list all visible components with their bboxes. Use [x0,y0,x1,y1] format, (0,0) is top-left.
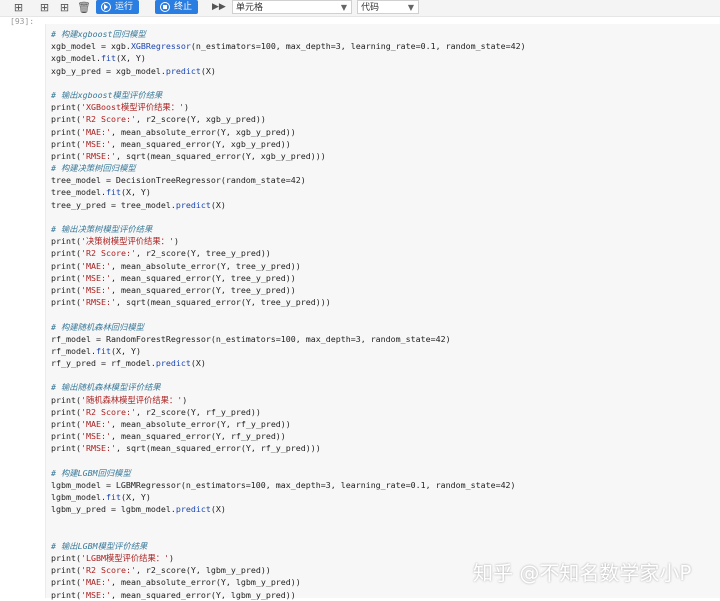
code-line: print('MAE:', mean_absolute_error(Y, xgb… [51,126,296,137]
code-line: print('MAE:', mean_absolute_error(Y, rf_… [51,419,291,429]
code-line: lgbm_y_pred = lgbm_model.predict(X) [51,504,226,515]
chevron-down-icon: ▼ [407,3,414,12]
code-line: print('MSE:', mean_squared_error(Y, tree… [51,284,296,295]
code-line: xgb_y_pred = xgb_model.predict(X) [51,65,216,76]
code-comment-line: # 输出xgboost模型评价结果 [51,89,163,100]
code-line: print('MSE:', mean_squared_error(Y, rf_y… [51,431,286,442]
code-line: print('MSE:', mean_squared_error(Y, xgb_… [51,138,291,149]
code-line: print('MSE:', mean_squared_error(Y, tree… [51,272,296,283]
code-line: rf_model = RandomForestRegressor(n_estim… [51,333,451,344]
code-line: print('RMSE:', sqrt(mean_squared_error(Y… [51,443,321,454]
code-line: xgb_model.fit(X, Y) [51,53,146,64]
stop-icon [160,2,170,12]
code-line: tree_model.fit(X, Y) [51,187,151,198]
code-line: print('决策树模型评价结果：') [51,236,179,247]
code-line: lgbm_model.fit(X, Y) [51,492,151,503]
code-comment-line: # 构建xgboost回归模型 [51,29,146,39]
code-line: print('MAE:', mean_absolute_error(Y, lgb… [51,577,301,588]
run-button[interactable]: 运行 [96,0,140,14]
code-line: print('MAE:', mean_absolute_error(Y, tre… [51,260,301,271]
play-icon [101,2,111,12]
watermark: 知乎 @不知名数学家小P [473,561,692,585]
code-line: print('R2 Score:', r2_score(Y, xgb_y_pre… [51,114,266,125]
code-line: tree_y_pred = tree_model.predict(X) [51,199,226,210]
code-line: print('RMSE:', sqrt(mean_squared_error(Y… [51,150,326,161]
run-button-label: 运行 [115,2,134,12]
code-line: print('LGBM模型评价结果：') [51,553,175,564]
code-comment-line: # 输出随机森林模型评价结果 [51,382,161,393]
code-line: print('MSE:', mean_squared_error(Y, lgbm… [51,589,296,600]
code-line: lgbm_model = LGBMRegressor(n_estimators=… [51,479,516,490]
code-line: rf_model.fit(X, Y) [51,345,141,356]
cell-type-value: 单元格 [236,3,264,13]
code-editor[interactable]: # 构建xgboost回归模型 xgb_model = xgb.XGBRegres… [51,28,526,601]
code-comment-line: # 构建随机森林回归模型 [51,321,144,332]
code-comment-line: # 构建决策树回归模型 [51,163,136,174]
code-line: print('R2 Score:', r2_score(Y, rf_y_pred… [51,406,261,417]
cell-mode-value: 代码 [361,3,380,13]
delete-cell-icon[interactable]: 🗑 [77,1,91,14]
code-comment-line: # 输出LGBM模型评价结果 [51,540,148,551]
chevron-down-icon: ▼ [340,3,347,12]
code-line: print('RMSE:', sqrt(mean_squared_error(Y… [51,297,331,308]
fast-forward-icon[interactable]: ▶▶ [212,1,226,14]
code-comment-line: # 输出决策树模型评价结果 [51,224,153,234]
code-line: rf_y_pred = rf_model.predict(X) [51,358,206,369]
code-line: print('R2 Score:', r2_score(Y, lgbm_y_pr… [51,565,271,576]
insert-cell-below-icon[interactable]: ⊞ [12,1,25,14]
cell-type-select[interactable]: 单元格 ▼ [232,0,352,14]
code-line: print('XGBoost模型评价结果：') [51,102,190,113]
cell-prompt: [93]: [10,17,35,26]
code-comment-line: # 构建LGBM回归模型 [51,467,131,478]
notebook-toolbar: ⊞ ⊞ ⊞ 🗑 运行 终止 ▶▶ 单元格 ▼ 代码 ▼ [0,0,720,17]
insert-cell-above-icon[interactable]: ⊞ [38,1,51,14]
stop-button[interactable]: 终止 [155,0,199,14]
code-line: print('R2 Score:', r2_score(Y, tree_y_pr… [51,248,271,259]
insert-cell-icon[interactable]: ⊞ [58,1,71,14]
code-line: xgb_model = xgb.XGBRegressor(n_estimator… [51,41,526,52]
code-line: tree_model = DecisionTreeRegressor(rando… [51,175,306,186]
code-line: print('随机森林模型评价结果：') [51,394,188,405]
cell-mode-select[interactable]: 代码 ▼ [357,0,419,14]
stop-button-label: 终止 [174,2,193,12]
